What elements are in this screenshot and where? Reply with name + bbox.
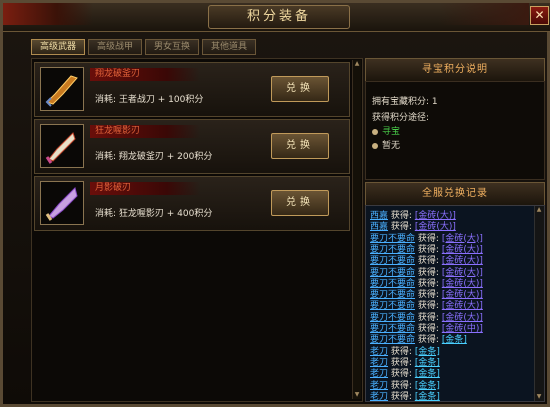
item-cost: 消耗: 王者战刀 + 100积分 xyxy=(95,95,204,105)
log-row: 老刀 获得: [金条] xyxy=(370,389,440,402)
bullet-icon xyxy=(372,128,378,135)
close-button[interactable]: ✕ xyxy=(530,6,549,25)
redeem-button[interactable]: 兑换 xyxy=(271,76,329,102)
exchange-log: 西嘉 获得: [金砖(大)] 西嘉 获得: [金砖(大)] 要刀不要命 获得: [金… xyxy=(365,205,545,402)
weapon-icon xyxy=(40,67,84,111)
owned-points: 拥有宝藏积分: 1 xyxy=(372,97,438,107)
item-cost: 消耗: 狂龙喔影刃 + 400积分 xyxy=(95,209,213,219)
weapon-icon xyxy=(40,181,84,225)
item-name: 月影破刃 xyxy=(95,183,132,193)
points-info-header: 寻宝积分说明 xyxy=(365,58,545,82)
tab-other-items[interactable]: 其他道具 xyxy=(202,39,256,55)
item-card: 狂龙喔影刃 消耗: 翔龙破釜刃 + 200积分 兑换 xyxy=(34,119,350,174)
window-frame: 积分装备 ✕ 高级武器 高级战甲 男女互换 其他道具 翔龙破釜刃 消耗: 王者战… xyxy=(0,0,550,407)
way-item: 暂无 xyxy=(372,138,400,151)
corner-decoration-left xyxy=(3,3,93,25)
exchange-log-scrollbar[interactable]: ▲ ▼ xyxy=(534,206,544,401)
log-item-link[interactable]: [金条] xyxy=(442,335,467,345)
title-bar: 积分装备 ✕ xyxy=(3,3,550,32)
item-name: 翔龙破釜刃 xyxy=(95,69,141,79)
points-info-box: 拥有宝藏积分: 1 获得积分途径: 寻宝 暂无 xyxy=(365,81,545,180)
tab-advanced-weapons[interactable]: 高级武器 xyxy=(31,39,85,55)
log-got-label: 获得: xyxy=(390,391,412,402)
tab-gender-swap[interactable]: 男女互换 xyxy=(145,39,199,55)
scroll-up-icon[interactable]: ▲ xyxy=(353,60,361,68)
tab-advanced-armor[interactable]: 高级战甲 xyxy=(88,39,142,55)
way-item: 寻宝 xyxy=(372,124,400,137)
item-list: 翔龙破釜刃 消耗: 王者战刀 + 100积分 兑换 狂龙喔影刃 消耗: 翔龙破釜… xyxy=(31,58,363,402)
exchange-log-header: 全服兑换记录 xyxy=(365,182,545,206)
window-title: 积分装备 xyxy=(208,5,350,29)
redeem-button[interactable]: 兑换 xyxy=(271,133,329,159)
bullet-icon xyxy=(372,142,378,149)
weapon-icon xyxy=(40,124,84,168)
redeem-button[interactable]: 兑换 xyxy=(271,190,329,216)
item-name: 狂龙喔影刃 xyxy=(95,126,141,136)
item-list-scrollbar[interactable]: ▲ ▼ xyxy=(352,60,361,399)
item-card: 月影破刃 消耗: 狂龙喔影刃 + 400积分 兑换 xyxy=(34,176,350,231)
item-cost: 消耗: 翔龙破釜刃 + 200积分 xyxy=(95,152,213,162)
info-panel: 寻宝积分说明 拥有宝藏积分: 1 获得积分途径: 寻宝 暂无 全服兑换记录 西嘉… xyxy=(365,58,545,402)
log-item-link[interactable]: [金条] xyxy=(415,392,440,401)
scroll-down-icon[interactable]: ▼ xyxy=(535,393,543,401)
log-player-link[interactable]: 老刀 xyxy=(370,392,388,401)
scroll-down-icon[interactable]: ▼ xyxy=(353,391,361,399)
ways-label: 获得积分途径: xyxy=(372,113,430,123)
scroll-up-icon[interactable]: ▲ xyxy=(535,206,543,214)
item-card: 翔龙破釜刃 消耗: 王者战刀 + 100积分 兑换 xyxy=(34,62,350,117)
corner-decoration-right xyxy=(439,3,529,25)
